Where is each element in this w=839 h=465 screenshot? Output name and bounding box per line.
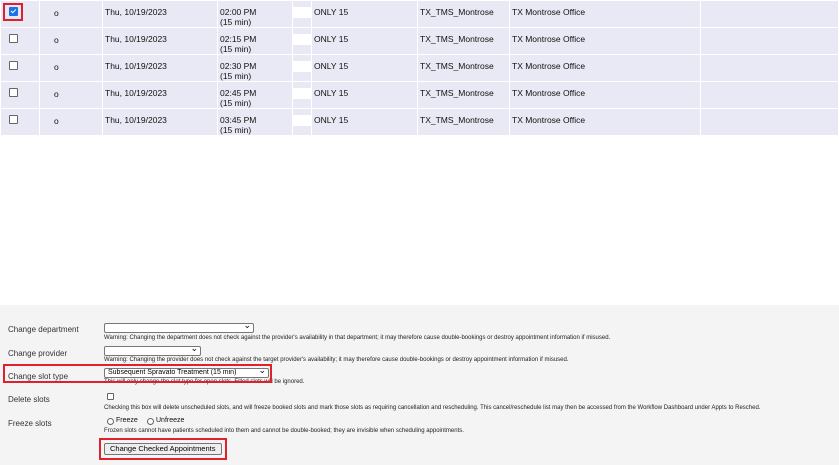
change-provider-select[interactable] [104,346,201,356]
slot-department: TX_TMS_Montrose [418,55,509,81]
slot-status: o [40,28,102,54]
slot-status: o [40,55,102,81]
slot-date: Thu, 10/19/2023 [103,82,217,108]
table-row: o Thu, 10/19/2023 02:15 PM (15 min) ONLY … [1,28,838,54]
slot-visit-type: ONLY 15 [312,1,417,27]
change-provider-warning: Warning: Changing the provider does not … [104,357,569,363]
slot-location: TX Montrose Office [510,28,700,54]
slot-select-checkbox[interactable] [9,34,18,43]
slot-time: 02:45 PM [220,88,257,98]
slot-date: Thu, 10/19/2023 [103,28,217,54]
slot-department: TX_TMS_Montrose [418,82,509,108]
redacted-cell [293,115,311,126]
redacted-cell [293,88,311,99]
delete-slots-label: Delete slots [8,395,50,404]
slot-status: o [40,1,102,27]
slot-location: TX Montrose Office [510,82,700,108]
slot-location: TX Montrose Office [510,109,700,135]
slot-duration: (15 min) [220,44,252,54]
slot-select-checkbox[interactable] [9,88,18,97]
slot-time: 03:45 PM [220,115,257,125]
slot-date: Thu, 10/19/2023 [103,55,217,81]
table-row: o Thu, 10/19/2023 02:30 PM (15 min) ONLY … [1,55,838,81]
change-department-label: Change department [8,325,79,334]
change-provider-label: Change provider [8,349,68,358]
redacted-cell [293,34,311,45]
change-department-select[interactable] [104,323,254,333]
freeze-slots-note: Frozen slots cannot have patients schedu… [104,428,464,434]
delete-slots-checkbox[interactable] [107,393,114,400]
highlight-box-submit [99,438,227,460]
redacted-cell [293,7,311,18]
freeze-radio-label: Freeze [116,417,138,424]
slot-select-checkbox[interactable] [9,115,18,124]
freeze-radio[interactable] [107,418,114,425]
slot-visit-type: ONLY 15 [312,82,417,108]
table-row: o Thu, 10/19/2023 02:45 PM (15 min) ONLY … [1,82,838,108]
slot-location: TX Montrose Office [510,55,700,81]
slot-duration: (15 min) [220,125,252,135]
slot-department: TX_TMS_Montrose [418,28,509,54]
slot-visit-type: ONLY 15 [312,28,417,54]
highlight-box-first-checkbox [3,3,23,21]
unfreeze-radio-label: Unfreeze [156,417,185,424]
highlight-box-slot-type [3,364,272,383]
slot-date: Thu, 10/19/2023 [103,1,217,27]
slots-table: o Thu, 10/19/2023 02:00 PM (15 min) ONLY … [0,0,839,136]
slot-duration: (15 min) [220,98,252,108]
slot-department: TX_TMS_Montrose [418,1,509,27]
slot-duration: (15 min) [220,71,252,81]
slot-date: Thu, 10/19/2023 [103,109,217,135]
delete-slots-note: Checking this box will delete unschedule… [104,405,761,411]
slot-duration: (15 min) [220,17,252,27]
slot-time: 02:30 PM [220,61,257,71]
change-department-warning: Warning: Changing the department does no… [104,335,611,341]
table-row: o Thu, 10/19/2023 03:45 PM (15 min) ONLY … [1,109,838,135]
slot-time: 02:00 PM [220,7,257,17]
unfreeze-radio[interactable] [147,418,154,425]
table-row: o Thu, 10/19/2023 02:00 PM (15 min) ONLY … [1,1,838,27]
slot-status: o [40,109,102,135]
slot-department: TX_TMS_Montrose [418,109,509,135]
redacted-cell [293,61,311,72]
slot-visit-type: ONLY 15 [312,109,417,135]
slot-location: TX Montrose Office [510,1,700,27]
freeze-slots-label: Freeze slots [8,419,52,428]
slot-status: o [40,82,102,108]
slot-visit-type: ONLY 15 [312,55,417,81]
slot-select-checkbox[interactable] [9,61,18,70]
slot-time: 02:15 PM [220,34,257,44]
